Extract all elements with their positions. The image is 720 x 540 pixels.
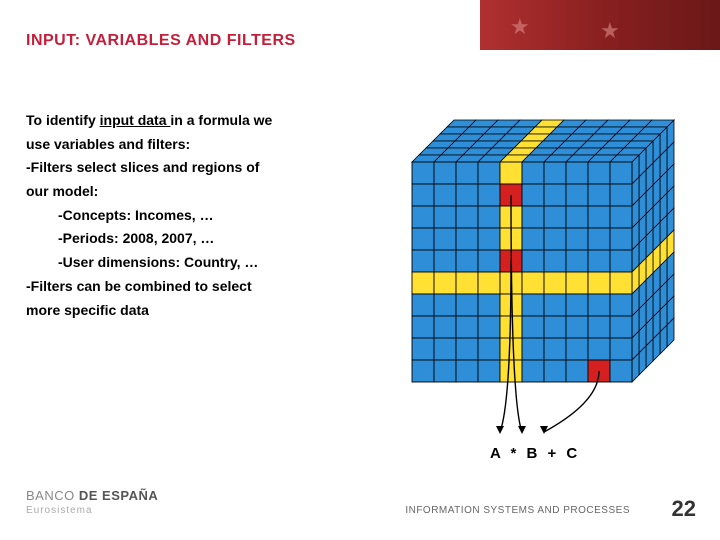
text: To identify — [26, 112, 100, 128]
formula-text: A * B + C — [490, 445, 580, 462]
logo-sub: Eurosistema — [26, 505, 158, 516]
text: -Filters can be combined to select — [26, 276, 386, 298]
logo-part: ESPAÑA — [102, 488, 158, 503]
text-underline: input data — [100, 112, 171, 128]
body-text: To identify input data in a formula we u… — [26, 110, 386, 323]
page-number: 22 — [672, 496, 696, 522]
text: -Periods: 2008, 2007, … — [58, 228, 386, 250]
logo-part: DE — [79, 488, 98, 503]
slide-title: INPUT: VARIABLES AND FILTERS — [26, 32, 296, 50]
text: -User dimensions: Country, … — [58, 252, 386, 274]
footer-text: INFORMATION SYSTEMS AND PROCESSES — [405, 505, 630, 516]
text: -Concepts: Incomes, … — [58, 205, 386, 227]
text: more specific data — [26, 300, 386, 322]
logo: BANCO DE ESPAÑA Eurosistema — [26, 488, 158, 516]
star-icon: ★ — [600, 18, 620, 44]
cube-diagram — [400, 102, 700, 422]
text: in a formula we — [170, 112, 272, 128]
text: use variables and filters: — [26, 134, 386, 156]
text: -Filters select slices and regions of — [26, 157, 386, 179]
logo-part: BANCO — [26, 488, 75, 503]
text: our model: — [26, 181, 386, 203]
star-icon: ★ — [510, 14, 530, 40]
cube-svg — [400, 102, 700, 442]
header-decoration: ★ ★ — [480, 0, 720, 50]
